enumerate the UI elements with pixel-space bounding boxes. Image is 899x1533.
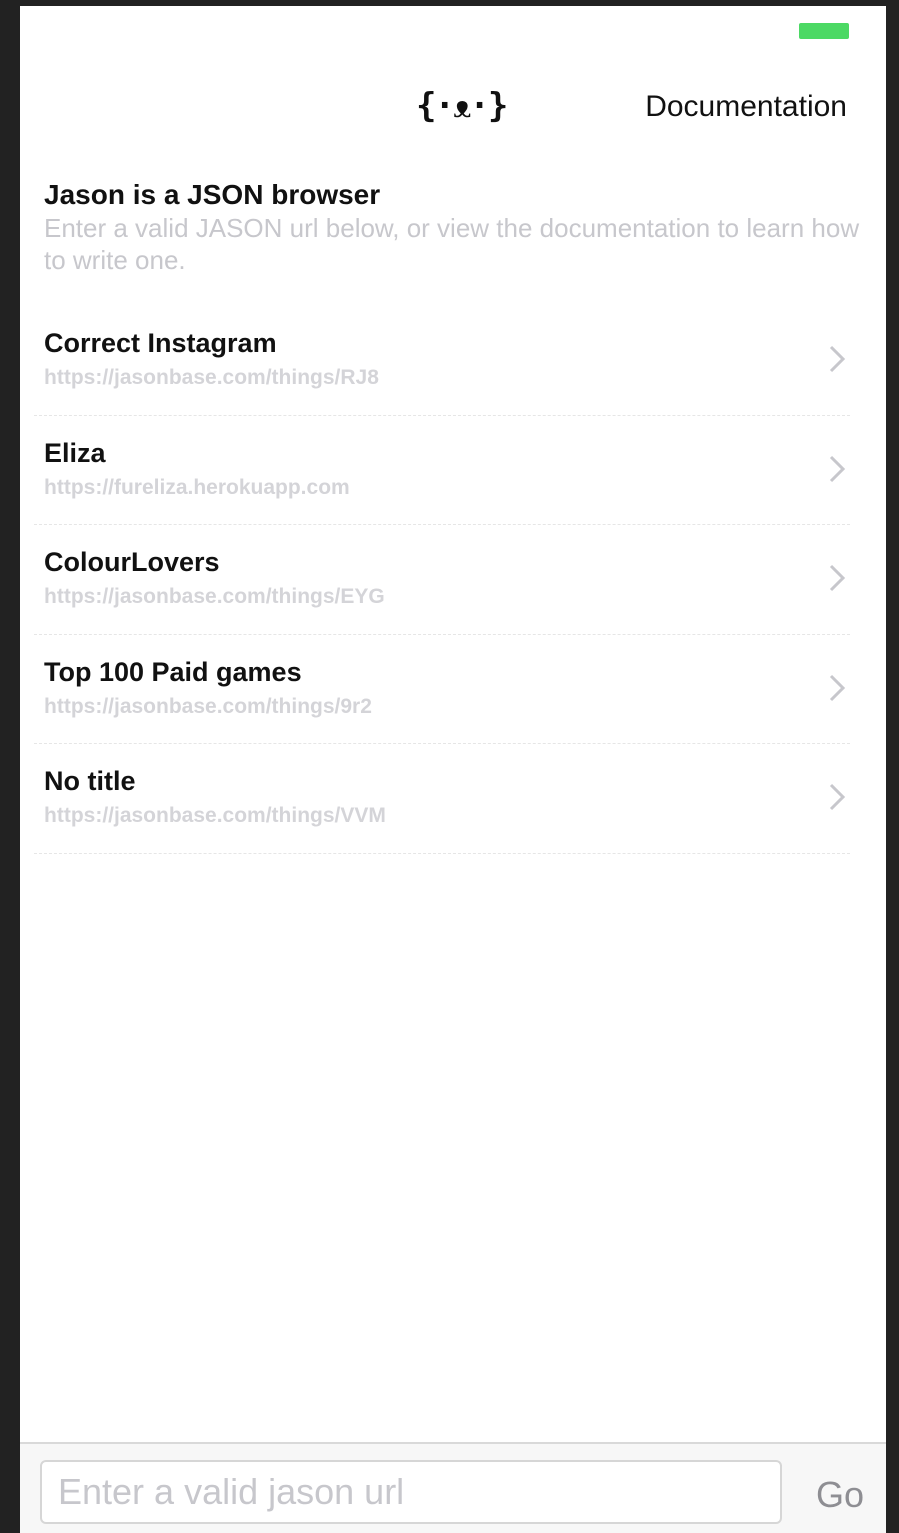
list-item-url: https://jasonbase.com/things/VVM: [44, 804, 386, 827]
list-item[interactable]: ColourLovers https://jasonbase.com/thing…: [20, 525, 886, 635]
list-item-title: ColourLovers: [44, 547, 220, 577]
list-item-url: https://fureliza.herokuapp.com: [44, 475, 350, 499]
chevron-right-icon: [829, 564, 846, 592]
jason-logo: {·ᴥ·}: [416, 86, 508, 126]
list-item-url: https://jasonbase.com/things/EYG: [44, 585, 385, 608]
list-item-url: https://jasonbase.com/things/RJ8: [44, 366, 379, 389]
chevron-right-icon: [829, 783, 846, 811]
app-screen: {·ᴥ·} Documentation Jason is a JSON brow…: [20, 6, 886, 1533]
intro-title: Jason is a JSON browser: [44, 179, 381, 210]
battery-icon: [799, 23, 849, 39]
list-item-title: Correct Instagram: [44, 328, 277, 358]
intro-header: Jason is a JSON browser Enter a valid JA…: [44, 178, 874, 276]
documentation-button[interactable]: Documentation: [645, 90, 847, 124]
intro-description: Enter a valid JASON url below, or view t…: [44, 213, 860, 275]
list-item[interactable]: Eliza https://fureliza.herokuapp.com: [20, 416, 886, 526]
jason-url-input[interactable]: [40, 1460, 782, 1524]
list-item-title: No title: [44, 766, 136, 796]
list-item[interactable]: No title https://jasonbase.com/things/VV…: [20, 744, 886, 854]
chevron-right-icon: [829, 345, 846, 373]
navigation-bar: {·ᴥ·} Documentation: [20, 68, 886, 144]
list-item-url: https://jasonbase.com/things/9r2: [44, 694, 372, 718]
list-item-title: Eliza: [44, 437, 106, 468]
list-item[interactable]: Correct Instagram https://jasonbase.com/…: [20, 306, 886, 416]
examples-list: Correct Instagram https://jasonbase.com/…: [20, 306, 886, 854]
list-item-title: Top 100 Paid games: [44, 656, 302, 687]
url-entry-bar: Go: [20, 1442, 886, 1533]
chevron-right-icon: [829, 455, 846, 482]
chevron-right-icon: [829, 674, 846, 701]
list-item[interactable]: Top 100 Paid games https://jasonbase.com…: [20, 635, 886, 745]
go-button[interactable]: Go: [816, 1474, 864, 1516]
